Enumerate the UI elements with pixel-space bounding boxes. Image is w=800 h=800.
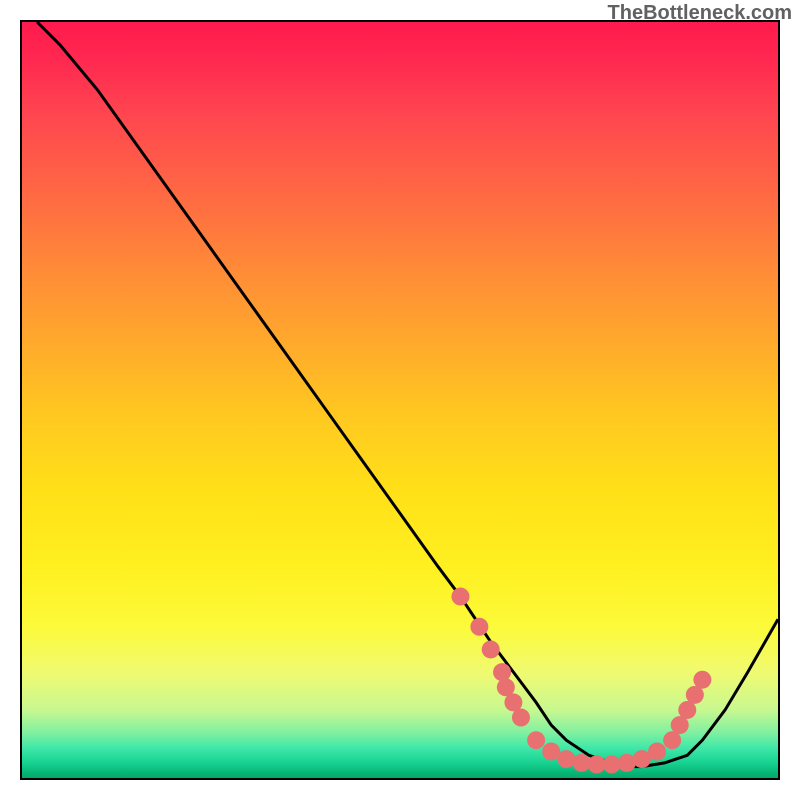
marker-dot [512,709,530,727]
marker-dot [648,743,666,761]
watermark-text: TheBottleneck.com [608,2,792,25]
marker-dot [618,754,636,772]
marker-points [451,588,711,774]
chart-svg [22,22,778,778]
curve-line [37,22,778,767]
marker-dot [493,663,511,681]
marker-dot [527,731,545,749]
chart-container: TheBottleneck.com [0,0,800,800]
marker-dot [557,750,575,768]
curve-path [37,22,778,767]
marker-dot [482,640,500,658]
plot-area [20,20,780,780]
marker-dot [451,588,469,606]
marker-dot [470,618,488,636]
marker-dot [693,671,711,689]
